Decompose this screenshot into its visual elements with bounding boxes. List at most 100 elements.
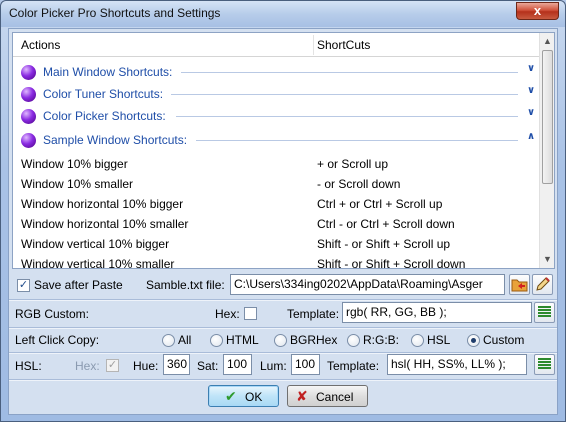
cancel-label: Cancel	[316, 390, 354, 404]
radio-hsl[interactable]	[411, 334, 424, 347]
shortcut-text: Ctrl - or Ctrl + Scroll down	[317, 217, 455, 231]
action-text: Window horizontal 10% smaller	[21, 217, 189, 231]
group-orb-icon	[21, 109, 36, 124]
radio-custom[interactable]	[467, 334, 480, 347]
list-item[interactable]: Window 10% bigger + or Scroll up	[13, 154, 540, 174]
rgb-template-menu-button[interactable]	[534, 302, 555, 323]
radio-all[interactable]	[162, 334, 175, 347]
lum-label: Lum:	[260, 359, 287, 373]
list-icon	[538, 306, 551, 319]
list-item[interactable]: Window 10% smaller - or Scroll down	[13, 174, 540, 194]
hue-label: Hue:	[133, 359, 159, 373]
radio-html-label[interactable]: HTML	[226, 333, 259, 347]
left-click-copy-label: Left Click Copy:	[15, 333, 100, 347]
folder-icon	[511, 279, 528, 292]
radio-rgb-label[interactable]: R:G:B:	[363, 333, 399, 347]
group-label: Color Picker Shortcuts:	[43, 109, 170, 123]
close-icon: ✘	[296, 388, 308, 404]
save-after-paste-label: Save after Paste	[34, 278, 123, 292]
open-folder-button[interactable]	[509, 274, 530, 295]
template-label: Template:	[287, 307, 340, 321]
list-icon	[538, 358, 551, 371]
sample-file-label: Samble.txt file:	[146, 278, 225, 292]
pencil-icon	[536, 277, 550, 291]
group-label: Color Tuner Shortcuts:	[43, 87, 168, 101]
list-item[interactable]: Window horizontal 10% bigger Ctrl + or C…	[13, 194, 540, 214]
hsl-hex-label: Hex:	[75, 359, 100, 373]
save-after-paste-checkbox[interactable]: ✓	[17, 279, 30, 292]
action-text: Window 10% bigger	[21, 157, 128, 171]
ok-button[interactable]: ✔ OK	[208, 385, 279, 407]
radio-rgb[interactable]	[347, 334, 360, 347]
chevron-down-icon[interactable]: ∨	[524, 62, 538, 76]
group-main-window[interactable]: Main Window Shortcuts: ∨	[21, 61, 538, 83]
divider	[9, 380, 557, 381]
hsl-template-input[interactable]: hsl( HH, SS%, LL% );	[387, 354, 527, 375]
column-divider[interactable]	[313, 35, 314, 55]
rgb-custom-label: RGB Custom:	[15, 307, 90, 321]
radio-bgrhex[interactable]	[274, 334, 287, 347]
hue-input[interactable]: 360	[163, 354, 190, 375]
hsl-hex-checkbox[interactable]: ✓	[106, 359, 119, 372]
close-button[interactable]: x	[516, 2, 559, 20]
radio-all-label[interactable]: All	[178, 333, 191, 347]
column-header-actions[interactable]: Actions	[21, 38, 60, 52]
ok-label: OK	[245, 390, 263, 404]
action-text: Window horizontal 10% bigger	[21, 197, 184, 211]
group-divider	[196, 140, 518, 141]
shortcuts-list: Actions ShortCuts Main Window Shortcuts:…	[12, 32, 555, 269]
divider	[9, 328, 557, 329]
list-item[interactable]: Window vertical 10% bigger Shift - or Sh…	[13, 234, 540, 254]
group-color-tuner[interactable]: Color Tuner Shortcuts: ∨	[21, 83, 538, 105]
group-divider	[171, 94, 518, 95]
settings-window: Color Picker Pro Shortcuts and Settings …	[0, 0, 566, 422]
column-header-shortcuts[interactable]: ShortCuts	[317, 38, 370, 52]
shortcut-text: Shift - or Shift + Scroll down	[317, 257, 466, 269]
group-orb-icon	[21, 133, 36, 148]
radio-bgrhex-label[interactable]: BGRHex	[290, 333, 337, 347]
group-orb-icon	[21, 87, 36, 102]
dialog-client: Actions ShortCuts Main Window Shortcuts:…	[8, 28, 558, 415]
window-title: Color Picker Pro Shortcuts and Settings	[9, 6, 221, 20]
chevron-down-icon[interactable]: ∨	[524, 106, 538, 120]
list-item[interactable]: Window vertical 10% smaller Shift - or S…	[13, 254, 540, 269]
shortcut-text: Ctrl + or Ctrl + Scroll up	[317, 197, 443, 211]
scroll-up-icon[interactable]: ▲	[543, 37, 552, 46]
vertical-scrollbar[interactable]: ▲ ▼	[539, 33, 554, 268]
chevron-up-icon[interactable]: ∧	[524, 130, 538, 144]
list-header: Actions ShortCuts	[13, 33, 540, 57]
cancel-button[interactable]: ✘ Cancel	[287, 385, 368, 407]
shortcut-text: - or Scroll down	[317, 177, 401, 191]
hsl-template-menu-button[interactable]	[534, 354, 555, 375]
action-text: Window vertical 10% smaller	[21, 257, 175, 269]
scrollbar-thumb[interactable]	[542, 50, 553, 184]
title-bar[interactable]: Color Picker Pro Shortcuts and Settings …	[1, 1, 565, 27]
group-label: Sample Window Shortcuts:	[43, 133, 192, 147]
shortcut-text: + or Scroll up	[317, 157, 389, 171]
hex-label: Hex:	[215, 307, 240, 321]
group-sample-window[interactable]: Sample Window Shortcuts: ∧	[21, 129, 538, 151]
scroll-down-icon[interactable]: ▼	[543, 255, 552, 264]
rgb-hex-checkbox[interactable]	[244, 307, 257, 320]
edit-file-button[interactable]	[532, 274, 553, 295]
radio-html[interactable]	[210, 334, 223, 347]
group-label: Main Window Shortcuts:	[43, 65, 177, 79]
radio-custom-label[interactable]: Custom	[483, 333, 524, 347]
action-text: Window 10% smaller	[21, 177, 134, 191]
rgb-template-input[interactable]: rgb( RR, GG, BB );	[342, 302, 532, 323]
radio-hsl-label[interactable]: HSL	[427, 333, 450, 347]
lum-input[interactable]: 100	[291, 354, 320, 375]
hsl-label: HSL:	[15, 359, 42, 373]
group-divider	[181, 72, 518, 73]
group-divider	[176, 116, 518, 117]
sample-file-input[interactable]: C:\Users\334ing0202\AppData\Roaming\Asge…	[230, 274, 505, 295]
sat-label: Sat:	[197, 359, 219, 373]
divider	[9, 300, 557, 301]
chevron-down-icon[interactable]: ∨	[524, 84, 538, 98]
shortcut-text: Shift - or Shift + Scroll up	[317, 237, 451, 251]
action-text: Window vertical 10% bigger	[21, 237, 170, 251]
sat-input[interactable]: 100	[223, 354, 252, 375]
list-item[interactable]: Window horizontal 10% smaller Ctrl - or …	[13, 214, 540, 234]
group-color-picker[interactable]: Color Picker Shortcuts: ∨	[21, 105, 538, 127]
hsl-template-label: Template:	[327, 359, 380, 373]
